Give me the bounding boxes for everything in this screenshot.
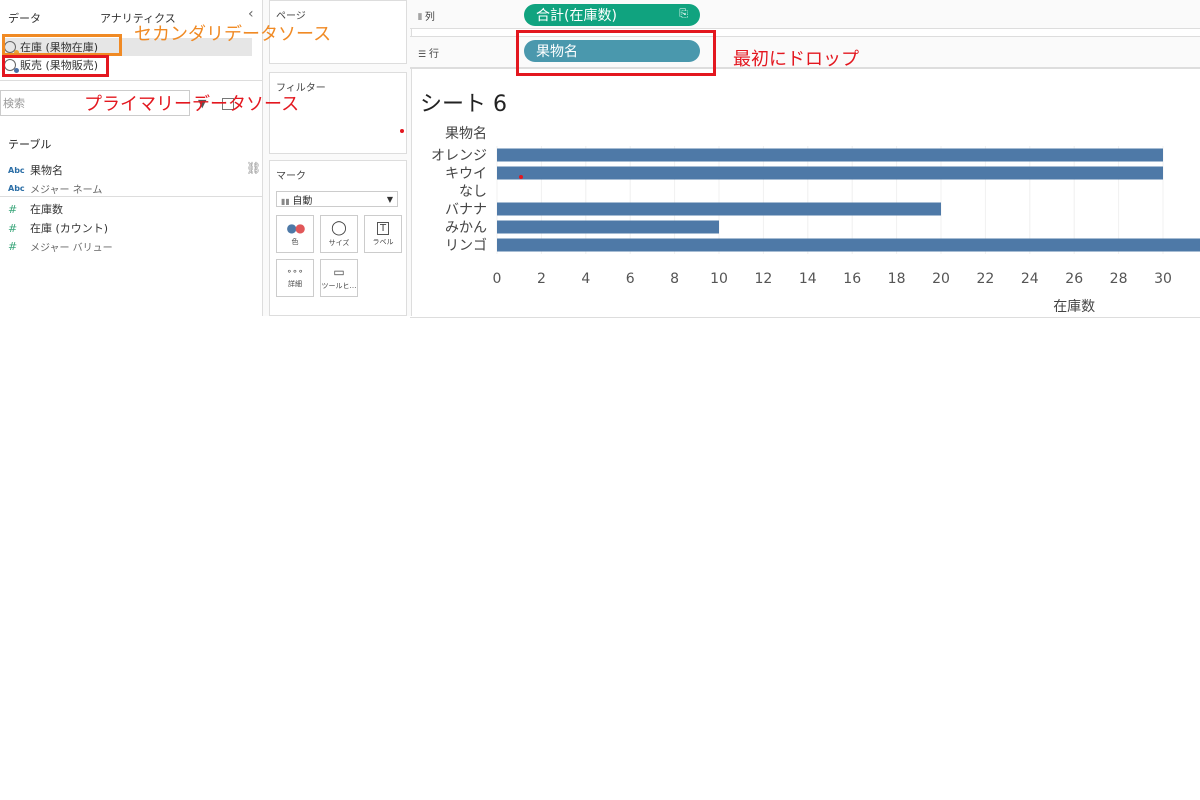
category-label: バナナ [445,202,487,218]
cards-column: ページ フィルター マーク ▮▮ 自動 ▼ ●● 色 ◯ サイズ T ラベル ∘… [262,0,412,316]
x-tick-label: 16 [843,271,861,287]
marks-card: マーク ▮▮ 自動 ▼ ●● 色 ◯ サイズ T ラベル ∘∘∘ 詳細 ▭ ツー… [269,160,407,316]
category-label: オレンジ [431,148,487,164]
bar [497,166,1163,180]
divider [0,80,262,81]
x-tick-label: 10 [710,271,728,287]
primary-annotation: プライマリーデータソース [84,94,300,115]
x-tick-label: 18 [888,271,906,287]
x-tick-label: 28 [1110,271,1128,287]
bar [497,238,1200,252]
mark-buttons-row2: ∘∘∘ 詳細 ▭ ツールヒ… [276,259,358,297]
size-button[interactable]: ◯ サイズ [320,215,358,253]
field-item[interactable]: # 在庫 (カウント) [8,220,108,236]
divider [0,196,262,197]
primary-highlight-box [2,55,109,77]
mark-buttons-row1: ●● 色 ◯ サイズ T ラベル [276,215,402,253]
category-label: キウイ [445,166,487,182]
chevron-down-icon: ▼ [386,194,393,204]
field-item[interactable]: Abc メジャー ネーム [8,181,102,196]
label-button[interactable]: T ラベル [364,215,402,253]
bar [497,148,1163,162]
field-item[interactable]: # 在庫数 [8,201,63,217]
x-tick-label: 20 [932,271,950,287]
category-label: なし [459,184,487,200]
text-icon: T [376,221,390,235]
mark-type-select[interactable]: ▮▮ 自動 ▼ [276,191,398,207]
cursor-dot [519,175,523,179]
color-button[interactable]: ●● 色 [276,215,314,253]
x-tick-label: 24 [1021,271,1039,287]
columns-pill-label: 合計(在庫数) [536,8,617,24]
field-label: 在庫 (カウント) [30,222,109,235]
cursor-dot [400,129,404,133]
detail-button[interactable]: ∘∘∘ 詳細 [276,259,314,297]
category-label: リンゴ [445,237,487,254]
field-item[interactable]: Abc 果物名 [8,162,63,178]
columns-shelf-label: ⦀ 列 [418,12,435,23]
field-label: メジャー バリュー [30,243,113,254]
number-type-icon: # [8,240,18,253]
tooltip-icon: ▭ [333,265,345,279]
color-icon: ●● [286,221,306,235]
x-tick-label: 14 [799,271,817,287]
size-icon: ◯ [331,220,347,236]
x-tick-label: 4 [581,271,590,287]
link-icon: ⛓ [246,161,262,175]
x-tick-label: 2 [537,271,546,287]
field-item[interactable]: # メジャー バリュー [8,239,113,254]
y-axis-title: 果物名 [445,126,487,142]
category-label: みかん [445,220,487,236]
tab-data[interactable]: データ [8,10,41,26]
datasource-link-icon: ⎘ [679,7,688,20]
number-type-icon: # [8,202,18,216]
x-tick-label: 30 [1154,271,1172,287]
number-type-icon: # [8,221,18,235]
sheet-title: シート 6 [420,92,507,117]
bar [497,202,941,216]
field-label: 果物名 [30,164,63,177]
string-type-icon: Abc [8,165,25,175]
x-tick-label: 0 [493,271,502,287]
first-drop-annotation: 最初にドロップ [733,49,859,70]
secondary-highlight-box [2,34,122,56]
bar-chart: 果物名オレンジキウイなしバナナみかんリンゴ0 2 4 6 8 10 12 14 16 18 20 22… [431,126,1200,314]
field-label: メジャー ネーム [30,185,103,196]
secondary-annotation: セカンダリデータソース [134,24,332,45]
x-axis-title: 在庫数 [1053,298,1095,314]
x-tick-label: 6 [626,271,635,287]
table-header: テーブル [8,138,52,151]
field-label: 在庫数 [30,203,63,216]
mark-type-value: ▮▮ 自動 [281,195,313,207]
x-tick-label: 8 [670,271,679,287]
x-tick-label: 12 [754,271,772,287]
drop-highlight-box [516,30,716,76]
columns-pill[interactable]: 合計(在庫数) ⎘ [524,4,700,26]
x-tick-label: 26 [1065,271,1083,287]
bar [497,220,719,234]
tooltip-button[interactable]: ▭ ツールヒ… [320,259,358,297]
rows-shelf-label: ☰ 行 [418,49,439,60]
detail-icon: ∘∘∘ [286,267,304,277]
string-type-icon: Abc [8,184,25,193]
marks-title: マーク [276,171,306,182]
x-tick-label: 22 [976,271,994,287]
